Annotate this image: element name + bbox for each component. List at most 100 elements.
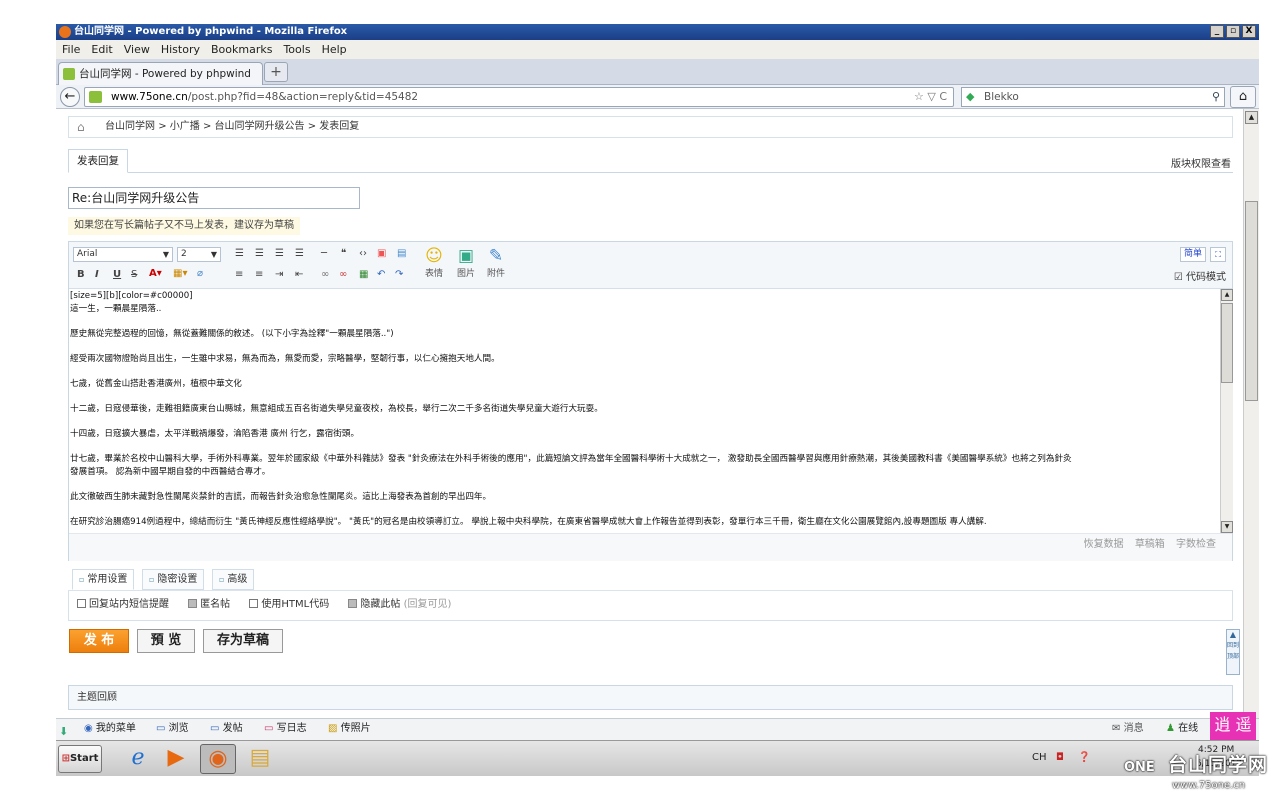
horizontal-rule-icon[interactable]: ─	[321, 248, 327, 259]
ie-icon[interactable]: ℯ	[120, 744, 156, 774]
scroll-up-icon[interactable]: ▲	[1245, 111, 1258, 124]
page-scrollbar[interactable]: ▲	[1243, 109, 1259, 718]
indent-icon[interactable]: ⇥	[275, 269, 283, 280]
home-icon[interactable]: ⌂	[1230, 86, 1256, 108]
back-to-top-button[interactable]: ▲ 回到顶部	[1226, 629, 1240, 675]
menu-history[interactable]: History	[161, 43, 200, 56]
flag-icon[interactable]: ◘	[1056, 741, 1064, 777]
drafts-link[interactable]: 草稿箱	[1135, 539, 1165, 550]
menu-bookmarks[interactable]: Bookmarks	[211, 43, 272, 56]
permission-link[interactable]: 版块权限查看	[1171, 155, 1231, 170]
checkbox[interactable]	[77, 599, 86, 608]
align-center-icon[interactable]: ☰	[255, 248, 264, 259]
underline-icon[interactable]: U	[113, 269, 121, 280]
start-button[interactable]: ⊞Start	[58, 745, 102, 773]
preview-button[interactable]: 預 览	[137, 629, 195, 653]
unordered-list-icon[interactable]: ≡	[255, 269, 263, 280]
font-select[interactable]: Arial ▼	[73, 247, 173, 262]
help-icon[interactable]: ❓	[1078, 741, 1090, 777]
menu-help[interactable]: Help	[322, 43, 347, 56]
search-icon[interactable]: ⚲	[1212, 88, 1220, 106]
background-color-icon[interactable]: ▦▾	[173, 268, 187, 279]
subject-input[interactable]: Re:台山同学网升级公告	[68, 187, 360, 209]
size-select[interactable]: 2 ▼	[177, 247, 221, 262]
option-html[interactable]: 使用HTML代码	[249, 599, 329, 610]
browse-link[interactable]: ▭ 浏览	[156, 719, 189, 739]
code-icon[interactable]: ‹›	[359, 248, 367, 259]
option-anonymous[interactable]: 匿名帖	[188, 599, 230, 610]
word-count-link[interactable]: 字数检查	[1176, 539, 1216, 550]
image-button[interactable]: ▣ 图片	[453, 246, 479, 279]
post-content-textarea[interactable]: [size=5][b][color=#c00000] 這一生，一顆晨星隕落.. …	[69, 289, 1220, 533]
minimize-button[interactable]: _	[1210, 25, 1224, 38]
scroll-thumb[interactable]	[1221, 303, 1233, 383]
align-justify-icon[interactable]: ☰	[295, 248, 304, 259]
bold-icon[interactable]: B	[77, 269, 85, 280]
editor-scrollbar[interactable]: ▲ ▼	[1220, 289, 1233, 533]
explorer-folder-icon[interactable]: ▤	[242, 744, 278, 774]
align-left-icon[interactable]: ☰	[235, 248, 244, 259]
option-hide-post[interactable]: 隐藏此帖 (回复可见)	[348, 599, 451, 610]
flash-icon[interactable]: ▣	[377, 248, 386, 259]
download-icon[interactable]: ⬇	[59, 722, 69, 738]
breadcrumb-item[interactable]: 小广播	[170, 121, 200, 132]
scroll-up-icon[interactable]: ▲	[1221, 289, 1233, 301]
publish-button[interactable]: 发 布	[69, 629, 129, 653]
ordered-list-icon[interactable]: ≡	[235, 269, 243, 280]
home-icon[interactable]: ⌂	[77, 117, 85, 137]
simple-mode-button[interactable]: 简单	[1179, 247, 1206, 262]
outdent-icon[interactable]: ⇤	[295, 269, 303, 280]
media-icon[interactable]: ▤	[397, 248, 406, 259]
online-status[interactable]: ♟ 在线	[1166, 719, 1198, 739]
url-controls[interactable]: ☆ ▽ C	[914, 88, 947, 106]
post-link[interactable]: ▭ 发帖	[210, 719, 243, 739]
fullscreen-icon[interactable]: ⛶	[1210, 247, 1226, 262]
quote-icon[interactable]: ❝	[341, 248, 346, 259]
upload-photo-link[interactable]: ▨ 传照片	[328, 719, 371, 739]
scroll-down-icon[interactable]: ▼	[1221, 521, 1233, 533]
code-mode-checkbox[interactable]: ☑ 代码模式	[1174, 268, 1226, 283]
breadcrumb-item[interactable]: 台山同学网	[105, 121, 155, 132]
firefox-taskbar-icon[interactable]: ◉	[200, 744, 236, 774]
option-sms-notify[interactable]: 回复站内短信提醒	[77, 599, 169, 610]
checkbox[interactable]	[188, 599, 198, 608]
emotion-button[interactable]: ☺ 表情	[421, 246, 447, 279]
messages-link[interactable]: ✉ 消息	[1112, 719, 1144, 739]
italic-icon[interactable]: I	[95, 269, 99, 280]
menu-tools[interactable]: Tools	[283, 43, 310, 56]
browser-tab[interactable]: 台山同学网 - Powered by phpwind	[58, 62, 263, 85]
redo-icon[interactable]: ↷	[395, 269, 403, 280]
save-draft-button[interactable]: 存为草稿	[203, 629, 283, 653]
link-icon[interactable]: ∞	[321, 269, 329, 280]
media-player-icon[interactable]: ▶	[158, 744, 194, 774]
attach-button[interactable]: ✎ 附件	[483, 246, 509, 279]
tab-privacy-settings[interactable]: ▫ 隐密设置	[142, 569, 205, 590]
checkbox[interactable]	[348, 599, 358, 608]
unlink-icon[interactable]: ∞	[339, 269, 347, 280]
back-icon[interactable]: ←	[60, 87, 80, 107]
tab-common-settings[interactable]: ▫ 常用设置	[72, 569, 135, 590]
my-menu-link[interactable]: ◉ 我的菜单	[84, 719, 136, 739]
strikethrough-icon[interactable]: S	[131, 269, 137, 280]
close-button[interactable]: X	[1242, 25, 1256, 38]
write-log-link[interactable]: ▭ 写日志	[264, 719, 307, 739]
new-tab-button[interactable]: +	[264, 62, 288, 82]
search-engine-icon[interactable]: ◆	[966, 88, 974, 106]
breadcrumb-item[interactable]: 台山同学网升级公告	[215, 121, 305, 132]
menu-edit[interactable]: Edit	[91, 43, 112, 56]
url-bar[interactable]: www.75one.cn/post.php?fid=48&action=repl…	[84, 87, 954, 107]
table-icon[interactable]: ▦	[359, 269, 368, 280]
menu-file[interactable]: File	[62, 43, 80, 56]
clear-format-icon[interactable]: ⌀	[197, 268, 203, 279]
language-indicator[interactable]: CH	[1032, 741, 1047, 777]
restore-button[interactable]: ▫	[1226, 25, 1240, 38]
scroll-thumb[interactable]	[1245, 201, 1258, 401]
undo-icon[interactable]: ↶	[377, 269, 385, 280]
restore-data-link[interactable]: 恢复数据	[1084, 539, 1124, 550]
font-color-icon[interactable]: A▾	[149, 268, 162, 279]
tab-advanced[interactable]: ▫ 高级	[212, 569, 255, 590]
checkbox[interactable]	[249, 599, 259, 608]
menu-view[interactable]: View	[124, 43, 150, 56]
tab-reply[interactable]: 发表回复	[68, 149, 128, 173]
search-input[interactable]: ◆ Blekko ⚲	[961, 87, 1225, 107]
